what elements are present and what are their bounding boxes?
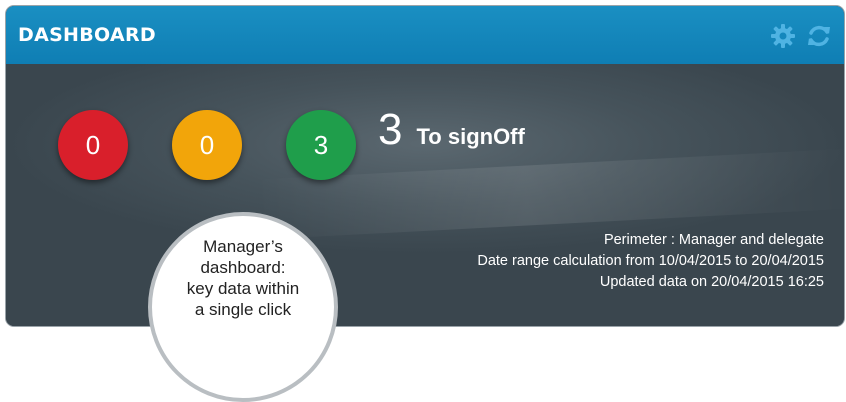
callout-line: Manager’s bbox=[203, 237, 283, 256]
signoff-count: 3 bbox=[378, 105, 403, 154]
callout-bubble: Manager’s dashboard: key data within a s… bbox=[148, 212, 338, 402]
callout-line: key data within bbox=[186, 279, 300, 298]
refresh-icon[interactable] bbox=[806, 23, 832, 49]
info-block: Perimeter : Manager and delegate Date ra… bbox=[477, 230, 824, 293]
dashboard-title: DASHBOARD bbox=[18, 24, 156, 46]
date-range-text: Date range calculation from 10/04/2015 t… bbox=[477, 253, 824, 269]
dashboard-panel: DASHBOARD 0 0 3 3 To signOff Perimeter:… bbox=[6, 6, 844, 326]
counter-red[interactable]: 0 bbox=[58, 110, 128, 180]
signoff-label: To signOff bbox=[416, 124, 525, 149]
signoff-summary: 3 To signOff bbox=[378, 105, 525, 155]
callout-line: dashboard: bbox=[200, 258, 286, 277]
gear-icon[interactable] bbox=[770, 23, 796, 49]
dashboard-header: DASHBOARD bbox=[6, 6, 844, 64]
counter-green[interactable]: 3 bbox=[286, 110, 356, 180]
updated-text: Updated data on 20/04/2015 16:25 bbox=[599, 274, 824, 290]
perimeter-text: Perimeter : Manager and delegate bbox=[603, 232, 824, 248]
counter-yellow[interactable]: 0 bbox=[172, 110, 242, 180]
callout-line: a single click bbox=[194, 300, 292, 319]
